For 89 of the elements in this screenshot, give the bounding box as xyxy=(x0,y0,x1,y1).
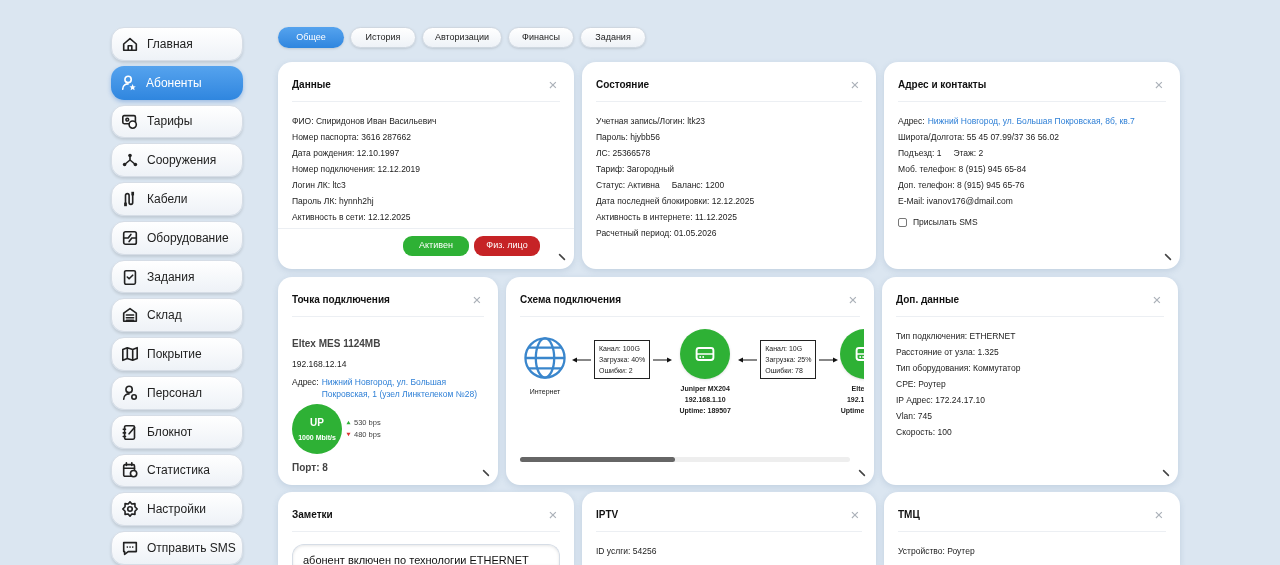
down-triangle-icon xyxy=(346,432,351,438)
resize-handle-icon xyxy=(1164,253,1172,261)
card-title: Доп. данные xyxy=(896,292,960,307)
message-icon xyxy=(121,539,139,558)
resize-handle-icon xyxy=(858,469,866,477)
resize-handle-icon xyxy=(1162,469,1170,477)
sidebar-item[interactable]: Кабели xyxy=(111,182,243,216)
info-text: Скорость: 100 xyxy=(896,426,953,439)
device-name: Eltex MES 1124MB xyxy=(292,337,382,351)
info-text: E-Mail: ivanov176@dmail.com xyxy=(898,195,1014,208)
circuit-board-icon xyxy=(121,228,139,247)
info-text: Активность в интернете: 11.12.2025 xyxy=(596,211,738,224)
info-text: Тип подключения: ETHERNET xyxy=(896,330,1017,343)
user-gear-icon xyxy=(121,383,139,402)
port-state: UP xyxy=(310,415,324,430)
tab[interactable]: История xyxy=(350,27,416,48)
info-text: Расстояние от узла: 1.325 xyxy=(896,346,1000,359)
card-title: Заметки xyxy=(292,507,333,522)
card-title: Состояние xyxy=(596,77,650,92)
info-text: ЛС: 25366578 xyxy=(596,147,652,160)
card-title: IPTV xyxy=(596,507,619,522)
status-badge: Физ. лицо xyxy=(474,236,540,256)
info-text: Активность в сети: 12.12.2025 xyxy=(292,211,412,224)
sidebar-item[interactable]: Тарифы xyxy=(111,104,243,139)
sidebar-item[interactable]: Покрытие xyxy=(111,337,243,371)
card-title: Данные xyxy=(292,77,331,92)
sidebar-item[interactable]: Склад xyxy=(111,298,243,333)
note-field[interactable]: абонент включен по технологии ETHERNET xyxy=(292,544,560,565)
info-text: Пароль: hjybb56 xyxy=(596,131,661,144)
user-star-icon xyxy=(120,73,138,92)
info-text: Учетная запись/Логин: ltk23 xyxy=(596,115,707,128)
info-text: ФИО: Спиридонов Иван Васильевич xyxy=(292,115,438,128)
card-title: ТМЦ xyxy=(898,507,920,522)
sidebar-item[interactable]: Настройки xyxy=(111,492,243,527)
card-title: Точка подключения xyxy=(292,292,390,307)
info-text: Подъезд: 1 xyxy=(898,146,942,160)
info-text: CPE: Роутер xyxy=(896,378,947,391)
globe-icon xyxy=(522,335,568,381)
tab[interactable]: Финансы xyxy=(508,27,574,48)
map-icon xyxy=(121,345,139,364)
info-text: Тариф: Загородный xyxy=(596,163,675,176)
checkbox[interactable] xyxy=(898,217,907,227)
address-label: Адрес: xyxy=(292,375,319,389)
note-text: абонент включен по технологии ETHERNET xyxy=(303,554,529,565)
clipboard-check-icon xyxy=(121,267,139,286)
resize-handle-icon xyxy=(482,469,490,477)
info-text: Пароль ЛК: hynnh2hj xyxy=(292,195,375,208)
checkbox-label: Присылать SMS xyxy=(913,216,978,229)
sidebar-item[interactable]: Отправить SMS xyxy=(111,531,243,565)
info-text: Дата рождения: 12.10.1997 xyxy=(292,147,401,160)
sidebar-item[interactable]: Статистика xyxy=(111,453,243,488)
info-text: Тип оборудования: Коммутатор xyxy=(896,362,1022,375)
sidebar-item[interactable]: Задания xyxy=(111,259,243,294)
info-text: Широта/Долгота: 55 45 07.99/37 36 56.02 xyxy=(898,131,1060,144)
sidebar-item[interactable]: Сооружения xyxy=(111,143,243,178)
card-title: Схема подключения xyxy=(520,292,621,307)
address-label: Адрес: xyxy=(898,115,925,128)
port-number: Порт: 8 xyxy=(292,460,329,475)
resize-handle-icon xyxy=(558,253,566,261)
tab[interactable]: Задания xyxy=(580,27,646,48)
info-text: Моб. телефон: 8 (915) 945 65-84 xyxy=(898,163,1028,176)
info-text: Устройство: Роутер xyxy=(898,545,976,558)
info-text: Баланс: 1200 xyxy=(671,178,725,192)
info-text: Логин ЛК: ltc3 xyxy=(292,179,347,192)
sidebar-item[interactable]: Блокнот xyxy=(111,414,243,449)
banknote-icon xyxy=(121,112,139,131)
info-text: Этаж: 2 xyxy=(953,146,984,160)
info-text: Доп. телефон: 8 (915) 945 65-76 xyxy=(898,179,1026,192)
info-text: Статус: Активна xyxy=(596,178,660,192)
calendar-clock-icon xyxy=(121,461,139,480)
address-link[interactable]: Нижний Новгород, ул. Большая Покровская, 1 (узел Линктелеком №28) xyxy=(321,375,484,400)
settings-icon xyxy=(121,500,139,519)
card-title: Адрес и контакты xyxy=(898,77,987,92)
info-text: Дата последней блокировки: 12.12.2025 xyxy=(596,195,756,208)
sidebar-item[interactable]: Главная xyxy=(111,27,243,61)
status-badge: Активен xyxy=(403,236,469,256)
info-text: Расчетный период: 01.05.2026 xyxy=(596,227,718,240)
info-text: ID услги: 54256 xyxy=(596,545,658,558)
up-triangle-icon xyxy=(346,420,351,426)
address-link[interactable]: Нижний Новгород, ул. Большая Покровская, 8б, кв.7 xyxy=(927,113,1135,129)
ip-address: 192.168.12.14 xyxy=(292,358,348,371)
sidebar-item[interactable]: Оборудование xyxy=(111,220,243,255)
info-text: Vlan: 745 xyxy=(896,410,933,423)
warehouse-icon xyxy=(121,306,139,325)
info-text: Номер подключения: 12.12.2019 xyxy=(292,163,422,176)
sidebar-item[interactable]: Персонал xyxy=(111,376,243,410)
info-text: IP Адрес: 172.24.17.10 xyxy=(896,394,986,407)
info-text: Номер паспорта: 3616 287662 xyxy=(292,131,412,144)
tab[interactable]: Авторизации xyxy=(422,27,502,48)
